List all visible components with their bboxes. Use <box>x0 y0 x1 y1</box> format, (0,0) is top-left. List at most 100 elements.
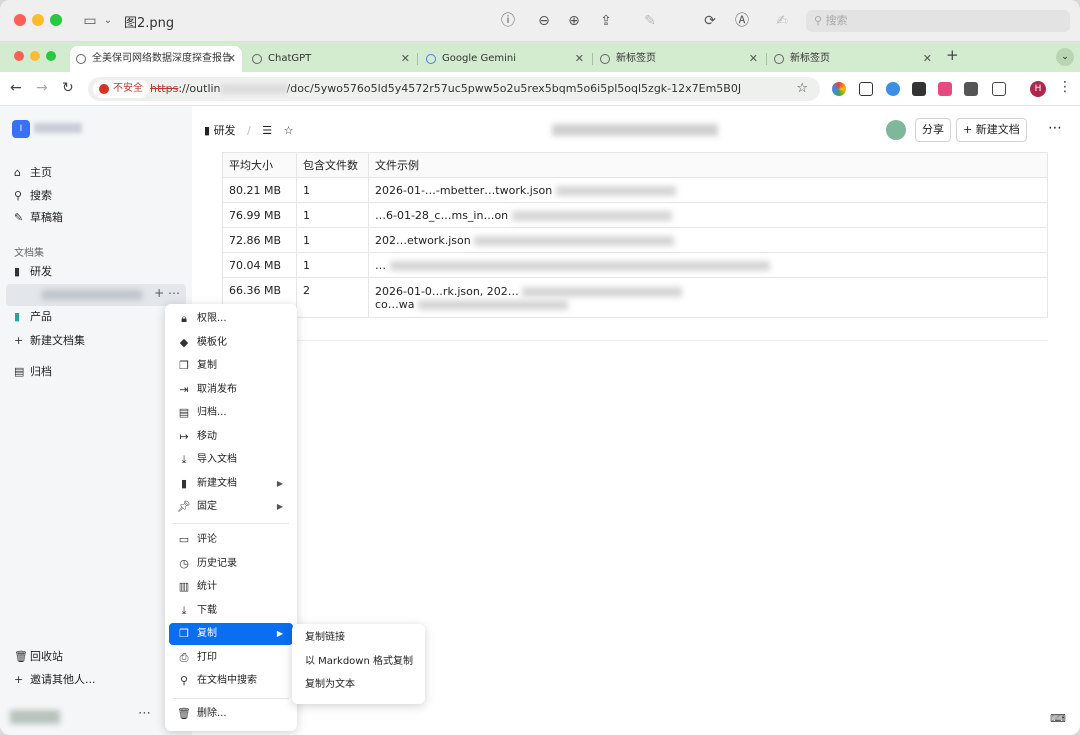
menu-item-pin[interactable]: 📌︎ 固定 ▶ <box>169 496 293 518</box>
menu-item-delete[interactable]: 🗑︎ 删除... <box>169 703 293 725</box>
breadcrumb-collection[interactable]: 研发 <box>214 124 236 137</box>
menu-item-copy[interactable]: ❐ 复制 ▶ <box>169 623 293 645</box>
count-cell[interactable]: 1 <box>296 177 369 203</box>
column-header[interactable]: 平均大小 <box>222 152 297 178</box>
notion-icon[interactable] <box>859 82 873 96</box>
count-cell[interactable]: 2 <box>296 277 369 318</box>
minimize-window-button[interactable] <box>32 14 44 26</box>
close-tab-icon[interactable]: ✕ <box>923 46 932 72</box>
signature-icon[interactable]: ✍ <box>772 11 792 31</box>
menu-item-duplicate[interactable]: ❐ 复制 <box>169 355 293 377</box>
close-tab-icon[interactable]: ✕ <box>749 46 758 72</box>
address-input[interactable]: 不安全 https://outlin/doc/5ywo576o5ld5y4572… <box>88 77 820 101</box>
new-tab-icon[interactable]: + <box>946 46 959 64</box>
browser-zoom-button[interactable] <box>46 51 56 61</box>
chrome-extension-icon[interactable] <box>832 82 846 96</box>
sidebar-item-new-collection[interactable]: + 新建文档集 <box>14 331 85 351</box>
example-cell[interactable]: …6-01-28_c…ms_in…on <box>368 202 1048 228</box>
not-secure-badge[interactable]: 不安全 <box>93 80 149 98</box>
example-cell[interactable]: … <box>368 252 1048 278</box>
forward-icon[interactable]: → <box>36 80 48 96</box>
workspace-logo[interactable]: I <box>12 120 30 138</box>
close-window-button[interactable] <box>14 14 26 26</box>
markup-icon[interactable]: ✎ <box>640 11 660 31</box>
menu-item-unpublish[interactable]: ⇥ 取消发布 <box>169 379 293 401</box>
submenu-copy-link[interactable]: 复制链接 <box>296 627 421 649</box>
profile-avatar[interactable]: H <box>1030 81 1046 97</box>
zoom-out-icon[interactable]: ⊖ <box>534 11 554 31</box>
submenu-copy-text[interactable]: 复制为文本 <box>296 674 421 696</box>
close-tab-icon[interactable]: ✕ <box>575 46 584 72</box>
example-cell[interactable]: 2026-01-0…rk.json, 202… co…wa <box>368 277 1048 318</box>
tab-search-icon[interactable]: ⌄ <box>1056 48 1074 66</box>
sidebar-item-current-doc[interactable]: + ⋯ <box>6 284 186 306</box>
sidebar-item-invite[interactable]: + 邀请其他人... <box>14 670 96 690</box>
sidebar-item-research[interactable]: ▮ 研发 <box>14 262 52 282</box>
browser-menu-icon[interactable]: ⋮ <box>1058 79 1072 95</box>
star-icon[interactable]: ☆ <box>284 124 294 137</box>
menu-item-comments[interactable]: ▭ 评论 <box>169 529 293 551</box>
extensions-puzzle-icon[interactable] <box>992 82 1006 96</box>
menu-item-templatize[interactable]: ◆ 模板化 <box>169 332 293 354</box>
translate-extension-icon[interactable] <box>886 82 900 96</box>
tab-new-1[interactable]: 新标签页 ✕ <box>594 46 764 72</box>
pink-extension-icon[interactable] <box>938 82 952 96</box>
menu-item-download[interactable]: ⤓ 下载 <box>169 600 293 622</box>
sidebar-item-home[interactable]: ⌂ 主页 <box>14 163 52 183</box>
sidebar-item-trash[interactable]: 🗑 回收站 <box>14 647 63 667</box>
tab-new-2[interactable]: 新标签页 ✕ <box>768 46 938 72</box>
sidebar-item-drafts[interactable]: ✎ 草稿箱 <box>14 208 63 228</box>
menu-item-import[interactable]: ⤓ 导入文档 <box>169 449 293 471</box>
md-extension-icon[interactable] <box>912 82 926 96</box>
more-icon[interactable]: ⋯ <box>168 286 180 300</box>
more-icon[interactable]: ⋯ <box>138 706 151 721</box>
submenu-copy-markdown[interactable]: 以 Markdown 格式复制 <box>296 651 421 673</box>
sidebar-icon[interactable]: ▭ <box>80 11 100 31</box>
preview-search-input[interactable]: ⚲ 搜索 <box>806 10 1070 32</box>
more-icon[interactable]: ⋯ <box>1048 120 1062 136</box>
menu-item-history[interactable]: ◷ 历史记录 <box>169 553 293 575</box>
menu-item-archive[interactable]: ▤ 归档... <box>169 402 293 424</box>
tab-gemini[interactable]: Google Gemini ✕ <box>420 46 590 72</box>
rotate-icon[interactable]: ⟳ <box>700 11 720 31</box>
reload-icon[interactable]: ↻ <box>62 80 74 96</box>
menu-item-print[interactable]: ⎙ 打印 <box>169 647 293 669</box>
annotate-icon[interactable]: Ⓐ <box>732 11 752 31</box>
zoom-window-button[interactable] <box>50 14 62 26</box>
column-header[interactable]: 包含文件数 <box>296 152 369 178</box>
collaborator-avatar[interactable] <box>886 120 906 140</box>
share-button[interactable]: 分享 <box>915 118 951 142</box>
tab-chatgpt[interactable]: ChatGPT ✕ <box>246 46 416 72</box>
browser-minimize-button[interactable] <box>30 51 40 61</box>
tab-outline-doc[interactable]: 全美保司网络数据深度探查报告 ✕ <box>70 46 242 72</box>
size-cell[interactable]: 80.21 MB <box>222 177 297 203</box>
example-cell[interactable]: 2026-01-…-mbetter…twork.json <box>368 177 1048 203</box>
info-icon[interactable]: ⓘ <box>498 11 518 31</box>
user-profile[interactable] <box>10 710 60 724</box>
menu-item-permissions[interactable]: 🔒︎ 权限... <box>169 308 293 330</box>
menu-item-new-document[interactable]: ▮ 新建文档 ▶ <box>169 473 293 495</box>
zoom-in-icon[interactable]: ⊕ <box>564 11 584 31</box>
menu-item-insights[interactable]: ▥ 统计 <box>169 576 293 598</box>
toc-icon[interactable]: ☰ <box>262 124 272 137</box>
close-tab-icon[interactable]: ✕ <box>227 46 236 72</box>
browser-close-button[interactable] <box>14 51 24 61</box>
keyboard-shortcuts-icon[interactable]: ⌨ <box>1050 712 1066 725</box>
example-cell[interactable]: 202…etwork.json <box>368 227 1048 253</box>
column-header[interactable]: 文件示例 <box>368 152 1048 178</box>
workspace-name[interactable] <box>34 123 82 133</box>
add-icon[interactable]: + <box>154 286 164 300</box>
count-cell[interactable]: 1 <box>296 202 369 228</box>
share-icon[interactable]: ⇪ <box>596 11 616 31</box>
chevron-down-icon[interactable]: ⌄ <box>98 11 118 31</box>
count-cell[interactable]: 1 <box>296 227 369 253</box>
size-cell[interactable]: 72.86 MB <box>222 227 297 253</box>
menu-item-find[interactable]: ⚲ 在文档中搜索 <box>169 670 293 692</box>
c-extension-icon[interactable] <box>964 82 978 96</box>
sidebar-item-search[interactable]: ⚲ 搜索 <box>14 186 52 206</box>
sidebar-item-archive[interactable]: ▤ 归档 <box>14 362 52 382</box>
sidebar-item-product[interactable]: ▮ 产品 <box>14 307 52 327</box>
size-cell[interactable]: 70.04 MB <box>222 252 297 278</box>
new-document-button[interactable]: + 新建文档 <box>956 118 1027 142</box>
size-cell[interactable]: 76.99 MB <box>222 202 297 228</box>
